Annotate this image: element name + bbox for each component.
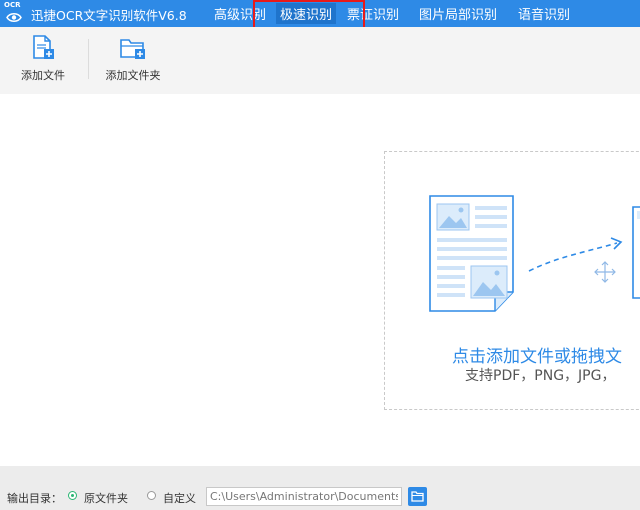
logo-text: OCR: [4, 1, 21, 9]
browse-folder-button[interactable]: [408, 487, 427, 506]
add-file-button[interactable]: 添加文件: [18, 34, 68, 83]
toolbar: 添加文件 添加文件夹: [0, 27, 640, 94]
app-logo: OCR: [4, 1, 26, 25]
custom-folder-label[interactable]: 自定义: [163, 490, 196, 506]
add-folder-label: 添加文件夹: [105, 69, 161, 82]
output-path-input[interactable]: [206, 487, 402, 506]
nav-item-voice-recognition[interactable]: 语音识别: [518, 4, 570, 23]
add-folder-icon: [120, 39, 145, 59]
toolbar-divider: [88, 39, 89, 79]
nav-item-partial-image-recognition[interactable]: 图片局部识别: [419, 4, 497, 23]
document-illustration-icon: [429, 195, 514, 312]
app-title: 迅捷OCR文字识别软件V6.8: [31, 8, 187, 23]
drop-zone-subtitle: 支持PDF，PNG，JPG，: [465, 368, 616, 384]
nav-item-fast-recognition[interactable]: 极速识别: [276, 3, 337, 24]
main-area: 点击添加文件或拖拽文 支持PDF，PNG，JPG，: [0, 94, 640, 466]
output-directory-label: 输出目录：: [7, 492, 62, 505]
file-drop-zone[interactable]: 点击添加文件或拖拽文 支持PDF，PNG，JPG，: [384, 151, 640, 410]
nav-item-advanced-recognition[interactable]: 高级识别: [214, 4, 266, 23]
add-folder-button[interactable]: 添加文件夹: [102, 34, 164, 83]
folder-icon: [411, 491, 424, 502]
footer-bar: 输出目录： 原文件夹 自定义: [0, 466, 640, 510]
target-document-icon: [632, 206, 640, 299]
drop-zone-title: 点击添加文件或拖拽文: [452, 347, 622, 367]
move-cursor-icon: [594, 261, 616, 283]
add-file-label: 添加文件: [21, 69, 65, 82]
nav-item-ticket-recognition[interactable]: 票证识别: [347, 4, 399, 23]
radio-original-folder[interactable]: [68, 491, 77, 500]
title-bar: OCR 迅捷OCR文字识别软件V6.8 高级识别 极速识别 票证识别 图片局部识…: [0, 0, 640, 27]
add-file-icon: [33, 35, 54, 59]
eye-icon: [6, 13, 22, 22]
radio-custom-folder[interactable]: [147, 491, 156, 500]
original-folder-label[interactable]: 原文件夹: [84, 490, 128, 506]
